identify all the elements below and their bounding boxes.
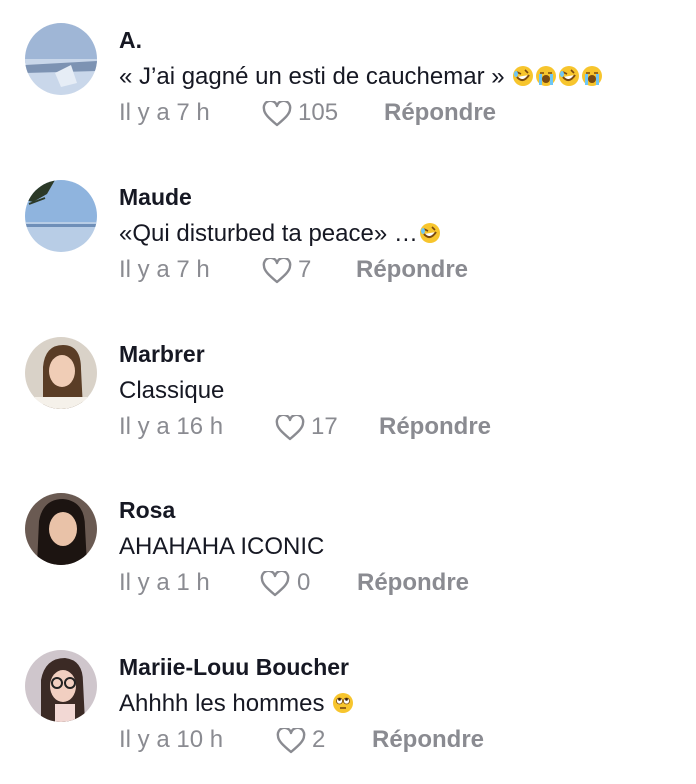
reply-button[interactable]: Répondre: [357, 569, 469, 597]
reply-button[interactable]: Répondre: [356, 256, 468, 284]
comment-text-body: Classique: [119, 377, 225, 404]
comment-timestamp: Il y a 7 h: [119, 99, 210, 126]
comment-item: A. « J’ai gagné un esti de cauchemar » I…: [0, 23, 696, 180]
comment-timestamp: Il y a 16 h: [119, 413, 224, 440]
comment-text: «Qui disturbed ta peace» …: [119, 220, 441, 248]
comment-text-body: «Qui disturbed ta peace» …: [119, 220, 418, 247]
comment-text: AHAHAHA ICONIC: [119, 533, 324, 561]
comment-item: Marbrer Classique Il y a 16 h 17 Répondr…: [0, 337, 696, 494]
rofl-emoji-icon: [511, 63, 534, 90]
comment-username[interactable]: Marbrer: [119, 341, 205, 368]
heart-icon[interactable]: [262, 258, 292, 284]
like-count: 105: [298, 99, 339, 126]
avatar-image: [25, 337, 97, 409]
heart-icon[interactable]: [260, 571, 290, 597]
rofl-emoji-icon: [557, 63, 580, 90]
eye-roll-emoji-icon: [331, 690, 354, 717]
comment-text-body: « J’ai gagné un esti de cauchemar »: [119, 63, 505, 90]
heart-icon[interactable]: [262, 101, 292, 127]
avatar-image: [25, 23, 97, 95]
comment-timestamp: Il y a 1 h: [119, 569, 210, 596]
sob-emoji-icon: [534, 63, 557, 90]
avatar[interactable]: [25, 493, 97, 565]
comment-text: « J’ai gagné un esti de cauchemar »: [119, 63, 603, 91]
reply-button[interactable]: Répondre: [379, 413, 491, 441]
avatar[interactable]: [25, 23, 97, 95]
comment-timestamp: Il y a 7 h: [119, 256, 210, 283]
avatar-image: [25, 180, 97, 252]
like-count: 0: [297, 569, 311, 596]
comment-item: Maude «Qui disturbed ta peace» … Il y a …: [0, 180, 696, 337]
comment-username[interactable]: A.: [119, 27, 142, 54]
comment-timestamp: Il y a 10 h: [119, 726, 224, 753]
comment-text: Classique: [119, 377, 224, 405]
avatar-image: [25, 493, 97, 565]
comment-username[interactable]: Maude: [119, 184, 192, 211]
rofl-emoji-icon: [418, 220, 441, 247]
reply-button[interactable]: Répondre: [384, 99, 496, 127]
heart-icon[interactable]: [276, 728, 306, 754]
comment-text-body: AHAHAHA ICONIC: [119, 533, 325, 560]
like-count: 7: [298, 256, 312, 283]
avatar[interactable]: [25, 337, 97, 409]
comment-item: Mariie-Louu Boucher Ahhhh les hommes Il …: [0, 650, 696, 784]
avatar-image: [25, 650, 97, 722]
avatar[interactable]: [25, 650, 97, 722]
comment-text-body: Ahhhh les hommes: [119, 690, 325, 717]
comment-text: Ahhhh les hommes: [119, 690, 354, 718]
like-count: 17: [311, 413, 338, 440]
like-count: 2: [312, 726, 326, 753]
sob-emoji-icon: [580, 63, 603, 90]
reply-button[interactable]: Répondre: [372, 726, 484, 754]
heart-icon[interactable]: [275, 415, 305, 441]
avatar[interactable]: [25, 180, 97, 252]
comment-item: Rosa AHAHAHA ICONIC Il y a 1 h 0 Répondr…: [0, 493, 696, 650]
comment-username[interactable]: Mariie-Louu Boucher: [119, 654, 349, 681]
comment-username[interactable]: Rosa: [119, 497, 175, 524]
